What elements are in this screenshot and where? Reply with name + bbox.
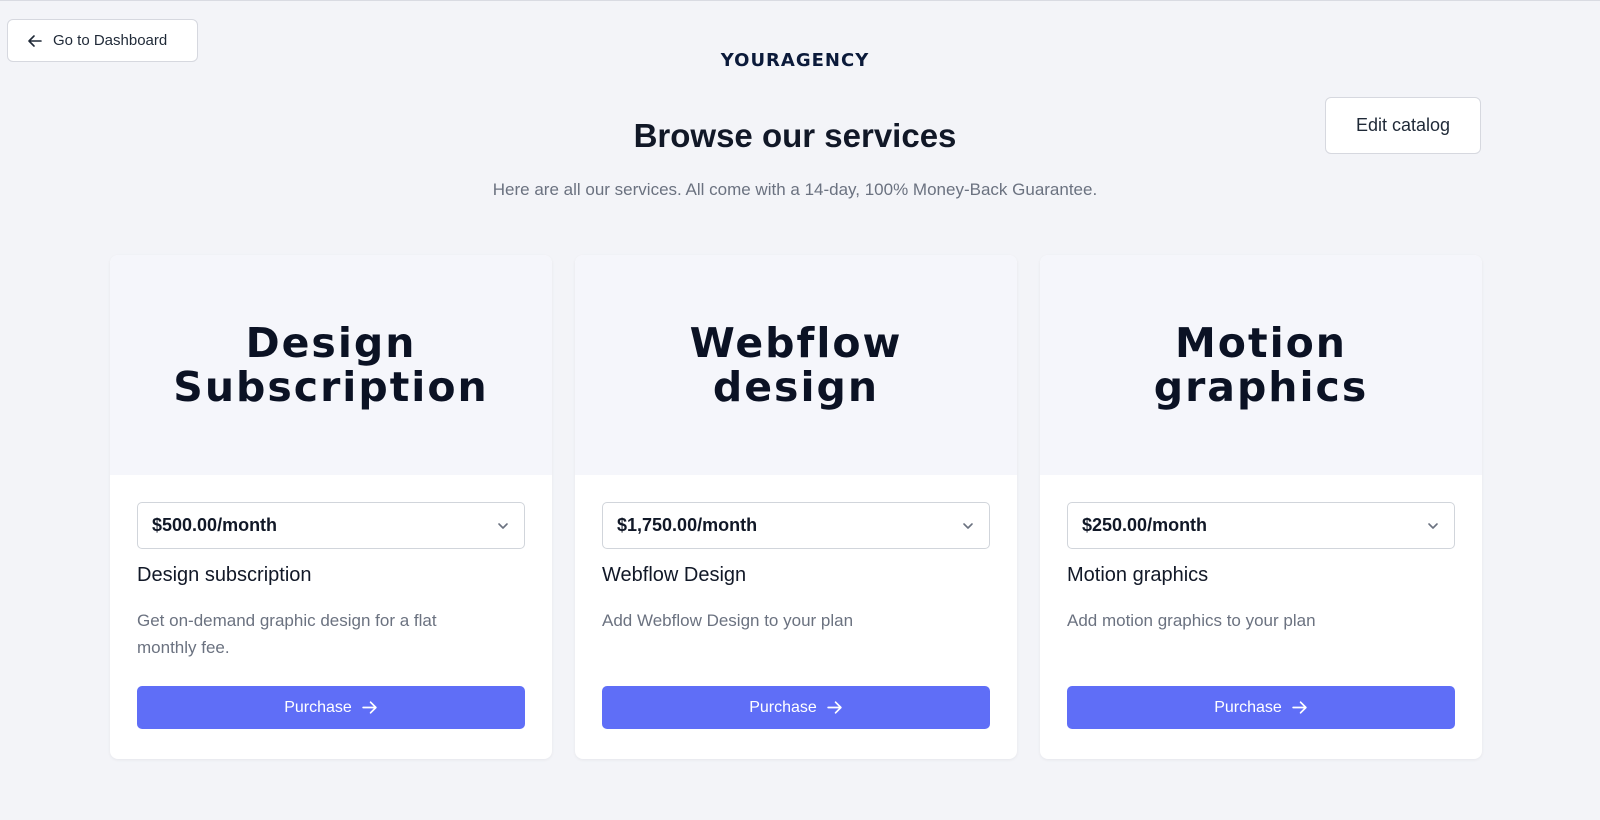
service-hero: Webflow design — [575, 255, 1017, 475]
purchase-label: Purchase — [284, 698, 352, 716]
service-card-webflow-design: Webflow design $1,750.00/month Webflow D… — [575, 255, 1017, 759]
brand-logo: YOURAGENCY — [720, 50, 870, 71]
price-select-value: $500.00/month — [152, 515, 278, 535]
page-subtitle: Here are all our services. All come with… — [492, 180, 1098, 199]
purchase-label: Purchase — [1214, 698, 1282, 716]
purchase-label: Purchase — [749, 698, 817, 716]
arrow-right-icon — [826, 699, 843, 716]
arrow-left-icon — [27, 33, 43, 49]
page-title: Browse our services — [633, 117, 957, 154]
service-hero-title: Design Subscription — [173, 319, 489, 411]
chevron-down-icon — [961, 519, 975, 533]
price-select[interactable]: $1,750.00/month — [602, 502, 990, 549]
go-to-dashboard-label: Go to Dashboard — [53, 32, 168, 49]
service-cards: Design Subscription $500.00/month Design… — [110, 255, 1482, 759]
service-name: Motion graphics — [1067, 564, 1209, 586]
service-description: Get on-demand graphic design for a flat … — [137, 611, 437, 657]
service-hero: Motion graphics — [1040, 255, 1482, 475]
chevron-down-icon — [1426, 519, 1440, 533]
price-select[interactable]: $250.00/month — [1067, 502, 1455, 549]
price-select-value: $250.00/month — [1082, 515, 1208, 535]
purchase-button[interactable]: Purchase — [1067, 686, 1455, 729]
service-card-body: $1,750.00/month Webflow Design Add Webfl… — [575, 475, 1017, 759]
service-description: Add motion graphics to your plan — [1067, 611, 1316, 630]
service-card-body: $500.00/month Design subscription Get on… — [110, 475, 552, 759]
service-hero-title: Webflow design — [689, 319, 903, 411]
purchase-button[interactable]: Purchase — [137, 686, 525, 729]
service-card-design-subscription: Design Subscription $500.00/month Design… — [110, 255, 552, 759]
service-description: Add Webflow Design to your plan — [602, 611, 854, 630]
arrow-right-icon — [1291, 699, 1308, 716]
service-name: Webflow Design — [602, 564, 747, 586]
service-card-body: $250.00/month Motion graphics Add motion… — [1040, 475, 1482, 759]
price-select[interactable]: $500.00/month — [137, 502, 525, 549]
service-hero: Design Subscription — [110, 255, 552, 475]
chevron-down-icon — [496, 519, 510, 533]
price-select-value: $1,750.00/month — [617, 515, 758, 535]
service-name: Design subscription — [137, 564, 312, 586]
purchase-button[interactable]: Purchase — [602, 686, 990, 729]
top-divider — [0, 0, 1600, 1]
service-card-motion-graphics: Motion graphics $250.00/month Motion gra… — [1040, 255, 1482, 759]
service-hero-title: Motion graphics — [1153, 319, 1369, 411]
arrow-right-icon — [361, 699, 378, 716]
